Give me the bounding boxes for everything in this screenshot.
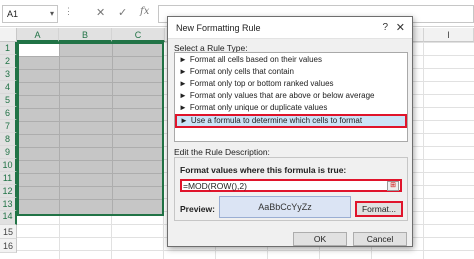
gridline [19, 199, 162, 200]
rule-description-panel: Format values where this formula is true… [174, 157, 408, 221]
arrow-right-icon: ► [179, 79, 187, 88]
chevron-down-icon[interactable]: ▾ [50, 9, 54, 18]
name-box-value: A1 [7, 9, 19, 19]
row-header[interactable]: 3 [0, 68, 17, 81]
format-button[interactable]: Format... [355, 201, 403, 217]
row-header[interactable]: 6 [0, 107, 17, 120]
arrow-right-icon: ► [179, 91, 187, 100]
rule-type-label: Format only cells that contain [189, 67, 294, 76]
preview-box: AaBbCcYyZz [219, 196, 351, 218]
row-header[interactable]: 4 [0, 81, 17, 94]
active-cell[interactable] [19, 44, 60, 56]
range-select-icon[interactable]: ⊞ [387, 181, 399, 191]
gridline [19, 173, 162, 174]
close-icon[interactable]: ✕ [396, 21, 405, 34]
help-icon[interactable]: ? [382, 22, 388, 33]
rule-type-label: Format only top or bottom ranked values [189, 79, 334, 88]
row-header[interactable]: 15 [0, 225, 17, 239]
formula-label: Format values where this formula is true… [180, 165, 347, 175]
gridline [19, 82, 162, 83]
row-header[interactable]: 13 [0, 198, 17, 211]
arrow-right-icon: ► [179, 55, 187, 64]
preview-label: Preview: [180, 204, 215, 214]
row-header[interactable]: 1 [0, 42, 17, 55]
gridline [19, 56, 162, 57]
rule-type-item[interactable]: ► Format only values that are above or be… [175, 90, 407, 102]
rule-type-item[interactable]: ► Format all cells based on their values [175, 54, 407, 66]
cancel-icon[interactable]: ✕ [96, 6, 105, 19]
rule-type-list: ► Format all cells based on their values … [174, 52, 408, 142]
gridline [19, 121, 162, 122]
rule-type-item[interactable]: ► Format only cells that contain [175, 66, 407, 78]
fx-icon[interactable]: fx [140, 6, 149, 17]
column-header[interactable]: C [112, 28, 165, 42]
column-header[interactable]: B [59, 28, 112, 42]
rule-type-item-selected[interactable]: ► Use a formula to determine which cells … [175, 114, 407, 128]
gridline [19, 160, 162, 161]
edit-description-label: Edit the Rule Description: [174, 147, 270, 157]
enter-icon[interactable]: ✓ [118, 6, 127, 19]
gridline [19, 108, 162, 109]
grip-icon: ⋮ [64, 6, 73, 16]
gridline [19, 69, 162, 70]
new-formatting-rule-dialog: New Formatting Rule ? ✕ Select a Rule Ty… [167, 16, 413, 247]
arrow-right-icon: ► [180, 116, 188, 125]
arrow-right-icon: ► [179, 67, 187, 76]
rule-type-label: Format only values that are above or bel… [189, 91, 375, 100]
rule-type-label: Format all cells based on their values [189, 55, 322, 64]
column-header[interactable]: I [424, 28, 474, 42]
selected-range[interactable] [17, 42, 164, 216]
row-header[interactable]: 9 [0, 146, 17, 159]
row-header[interactable]: 11 [0, 172, 17, 185]
gridline [19, 95, 162, 96]
row-header[interactable]: 5 [0, 94, 17, 107]
row-header[interactable]: 2 [0, 55, 17, 68]
arrow-right-icon: ► [179, 103, 187, 112]
row-header[interactable]: 10 [0, 159, 17, 172]
select-all-corner[interactable] [0, 28, 17, 42]
rule-type-item[interactable]: ► Format only top or bottom ranked values [175, 78, 407, 90]
row-header[interactable]: 14 [0, 211, 17, 225]
column-header[interactable]: A [17, 28, 59, 42]
dialog-titlebar[interactable]: New Formatting Rule ? ✕ [168, 17, 412, 39]
dialog-title: New Formatting Rule [176, 23, 261, 33]
gridline [19, 186, 162, 187]
ok-button[interactable]: OK [293, 232, 347, 246]
name-box[interactable]: A1 ▾ [2, 5, 58, 23]
row-header[interactable]: 16 [0, 239, 17, 253]
rule-type-label: Format only unique or duplicate values [189, 103, 328, 112]
row-header[interactable]: 8 [0, 133, 17, 146]
formula-field[interactable]: =MOD(ROW(),2) ⊞ [180, 179, 402, 192]
rule-type-label: Use a formula to determine which cells t… [190, 116, 363, 125]
gridline [19, 147, 162, 148]
row-header[interactable]: 12 [0, 185, 17, 198]
formula-value: =MOD(ROW(),2) [183, 181, 247, 191]
cancel-button[interactable]: Cancel [353, 232, 407, 246]
gridline [19, 134, 162, 135]
rule-type-item[interactable]: ► Format only unique or duplicate values [175, 102, 407, 114]
row-header[interactable]: 7 [0, 120, 17, 133]
